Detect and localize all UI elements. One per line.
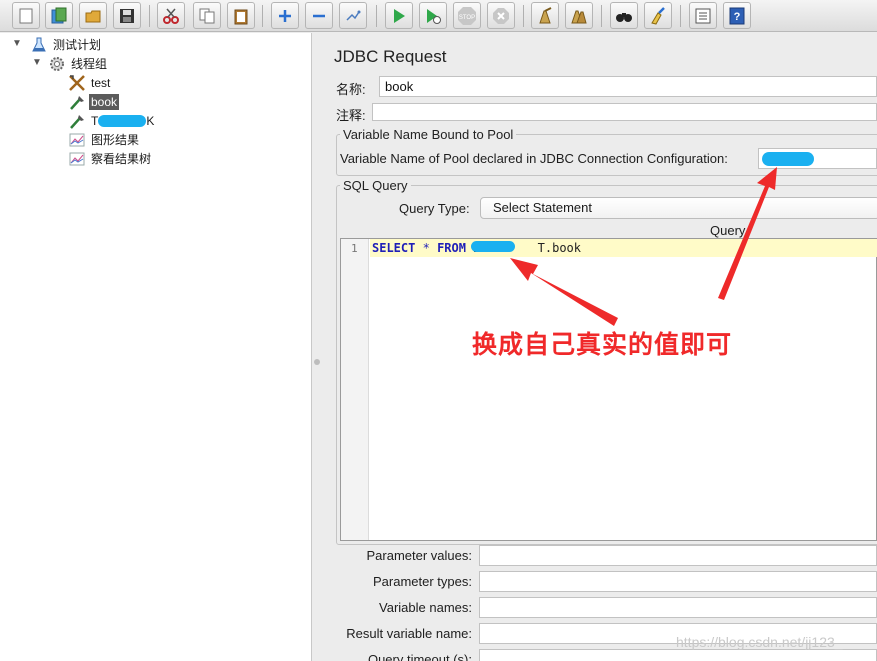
tree-label: 图形结果	[91, 133, 140, 147]
expand-icon[interactable]	[271, 2, 299, 29]
stop-text: STOP	[459, 15, 475, 21]
start-icon[interactable]	[385, 2, 413, 29]
stop-icon[interactable]: STOP	[453, 2, 481, 29]
tree-item-test-plan[interactable]: 测试计划	[30, 35, 103, 54]
tree-item-thread-group[interactable]: 线程组	[48, 54, 109, 73]
gear-icon	[48, 55, 66, 73]
redaction-mark	[762, 152, 814, 166]
line-number: 1	[351, 242, 358, 255]
panel-splitter[interactable]	[312, 33, 322, 661]
parameter-values-label: Parameter values:	[366, 548, 473, 563]
tree-label: 测试计划	[53, 38, 102, 52]
redaction-mark	[471, 241, 515, 252]
comment-field[interactable]	[372, 103, 877, 121]
function-helper-icon[interactable]	[689, 2, 717, 29]
open-icon[interactable]	[79, 2, 107, 29]
editor-gutter	[341, 239, 369, 540]
splitter-grip[interactable]	[314, 359, 320, 365]
chart-icon	[68, 150, 86, 168]
pipette-icon	[68, 112, 86, 130]
expand-toggle-test-plan[interactable]: ▼	[12, 38, 22, 49]
tree-label: book	[89, 93, 120, 110]
annotation-text: 换成自己真实的值即可	[472, 331, 733, 359]
sql-table-suffix: T.book	[537, 241, 582, 255]
start-no-pauses-icon[interactable]	[419, 2, 447, 29]
test-plan-icon	[30, 36, 48, 54]
clear-all-icon[interactable]	[565, 2, 593, 29]
result-variable-name-label: Result variable name:	[346, 626, 472, 641]
new-icon[interactable]	[12, 2, 40, 29]
tree-label-suffix: K	[146, 113, 155, 128]
variable-names-label: Variable names:	[379, 600, 472, 615]
query-type-label: Query Type:	[399, 201, 470, 216]
cut-icon[interactable]	[157, 2, 185, 29]
wrench-icon	[68, 74, 86, 92]
copy-icon[interactable]	[193, 2, 221, 29]
tree-item-book[interactable]: book	[68, 92, 120, 111]
query-type-select[interactable]: Select Statement	[480, 197, 877, 219]
expand-toggle-thread-group[interactable]: ▼	[32, 57, 42, 68]
pool-group-title: Variable Name Bound to Pool	[340, 127, 517, 142]
sql-keyword-from: FROM	[437, 241, 466, 255]
collapse-icon[interactable]	[305, 2, 333, 29]
redaction-mark	[98, 115, 146, 127]
tree-item-view-results-tree[interactable]: 察看结果树	[68, 149, 153, 168]
test-plan-tree: ▼ 测试计划 ▼ 线程组 test book T K 图形结果 察看结果树	[0, 33, 312, 661]
toolbar: STOP ?	[0, 0, 877, 32]
help-icon[interactable]: ?	[723, 2, 751, 29]
sql-query-group-title: SQL Query	[340, 178, 411, 193]
variable-names-field[interactable]	[479, 597, 877, 618]
parameter-types-field[interactable]	[479, 571, 877, 592]
templates-icon[interactable]	[45, 2, 73, 29]
parameter-values-field[interactable]	[479, 545, 877, 566]
clear-icon[interactable]	[531, 2, 559, 29]
svg-text:?: ?	[734, 11, 741, 23]
query-timeout-field[interactable]	[479, 649, 877, 661]
tree-item-test[interactable]: test	[68, 73, 112, 92]
sql-keyword-select: SELECT	[372, 241, 416, 255]
tree-label: 察看结果树	[91, 152, 152, 166]
chart-icon	[68, 131, 86, 149]
sql-star: *	[422, 241, 430, 255]
pipette-icon	[68, 93, 86, 111]
name-label: 名称:	[336, 82, 366, 97]
parameter-types-label: Parameter types:	[373, 574, 472, 589]
save-icon[interactable]	[113, 2, 141, 29]
search-icon[interactable]	[610, 2, 638, 29]
query-header: Query	[710, 223, 746, 238]
tree-label: test	[91, 75, 111, 90]
reset-search-icon[interactable]	[644, 2, 672, 29]
paste-icon[interactable]	[227, 2, 255, 29]
tree-label: 线程组	[71, 57, 108, 71]
sql-editor[interactable]: 1 SELECT * FROM DBT.book	[340, 238, 877, 541]
page-title: JDBC Request	[334, 47, 447, 66]
toggle-icon[interactable]	[339, 2, 367, 29]
tree-item-graph-results[interactable]: 图形结果	[68, 130, 141, 149]
query-timeout-label: Query timeout (s):	[367, 652, 472, 661]
pool-label: Variable Name of Pool declared in JDBC C…	[340, 151, 728, 166]
comment-label: 注释:	[336, 108, 366, 123]
name-field[interactable]: book	[379, 76, 877, 97]
shutdown-icon[interactable]	[487, 2, 515, 29]
watermark: https://blog.csdn.net/jj123_	[676, 634, 843, 650]
